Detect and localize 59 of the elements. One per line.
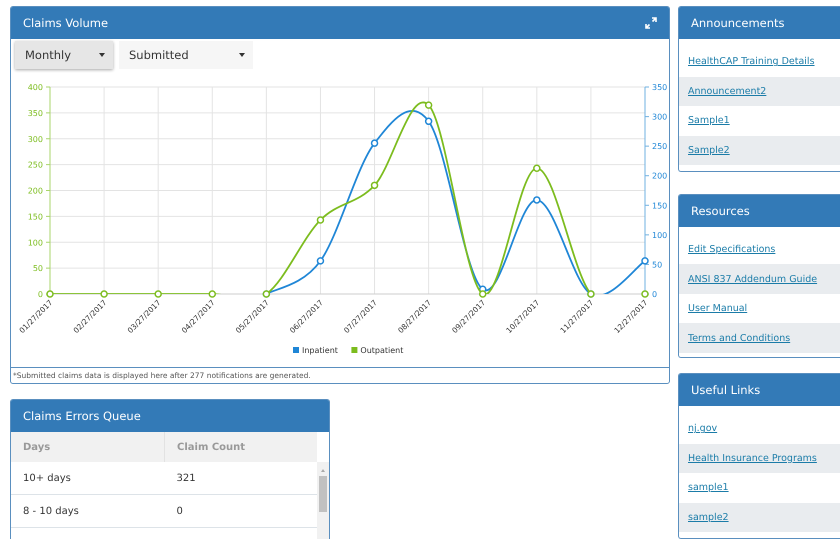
scrollbar[interactable] — [317, 462, 329, 539]
data-point — [370, 182, 378, 190]
table-cell: 8 - 10 days — [11, 494, 164, 528]
panel-title: Useful Links — [691, 383, 760, 398]
panel-title: Claims Errors Queue — [23, 409, 141, 423]
axis-label: 100 — [28, 238, 43, 248]
column-header[interactable]: Days — [11, 432, 164, 462]
data-point — [46, 290, 54, 298]
link[interactable]: sample1 — [688, 482, 729, 494]
link[interactable]: nj.gov — [688, 423, 718, 434]
data-point — [100, 290, 108, 298]
filter-dropdown[interactable]: Submitted — [119, 41, 253, 69]
axis-label: 350 — [28, 108, 43, 118]
link[interactable]: User Manual — [688, 303, 748, 314]
panel-title: Claims Volume — [23, 16, 108, 30]
data-point — [316, 216, 324, 224]
axis-label: 300 — [28, 134, 43, 144]
axis-label: 350 — [652, 83, 668, 92]
column-header[interactable]: Claim Count — [164, 432, 317, 462]
axis-label: 300 — [652, 112, 668, 122]
axis-label: 250 — [28, 160, 43, 170]
link[interactable]: Announcement2 — [688, 86, 766, 97]
axis-label: 150 — [28, 212, 43, 222]
axis-label: 0 — [38, 290, 43, 299]
data-point — [424, 101, 432, 109]
axis-label: 200 — [28, 186, 43, 196]
axis-label: 50 — [32, 264, 43, 274]
data-point — [316, 257, 324, 265]
filter-dropdown[interactable]: Monthly — [15, 41, 113, 69]
axis-label: 250 — [652, 142, 668, 152]
axis-label: 400 — [28, 83, 43, 92]
panel-title: Announcements — [691, 16, 785, 30]
link[interactable]: sample2 — [688, 512, 729, 523]
data-point — [208, 290, 216, 298]
legend-swatch — [293, 347, 299, 353]
link[interactable]: Sample2 — [688, 144, 730, 156]
link[interactable]: Edit Specifications — [688, 244, 776, 256]
axis-label: 100 — [652, 230, 668, 240]
legend-swatch — [351, 347, 358, 353]
link[interactable]: HealthCAP Training Details — [688, 56, 815, 68]
legend-label[interactable]: Inpatient — [302, 346, 338, 355]
caret-icon — [239, 53, 245, 57]
expand-icon[interactable] — [645, 17, 657, 29]
legend-label[interactable]: Outpatient — [360, 346, 404, 355]
caret-icon — [99, 53, 105, 57]
panel-title: Resources — [691, 204, 750, 218]
data-point — [533, 196, 541, 204]
data-point — [424, 118, 432, 126]
table-cell: 10+ days — [11, 462, 164, 494]
data-point — [370, 139, 378, 147]
link[interactable]: Sample1 — [688, 115, 730, 126]
data-point — [641, 290, 649, 298]
data-point — [641, 257, 649, 265]
axis-label: 50 — [652, 260, 662, 270]
axis-label: 200 — [652, 172, 668, 181]
axis-label: 150 — [652, 201, 668, 210]
axis-label: 0 — [652, 290, 658, 299]
data-point — [533, 164, 541, 172]
data-point — [154, 290, 162, 298]
